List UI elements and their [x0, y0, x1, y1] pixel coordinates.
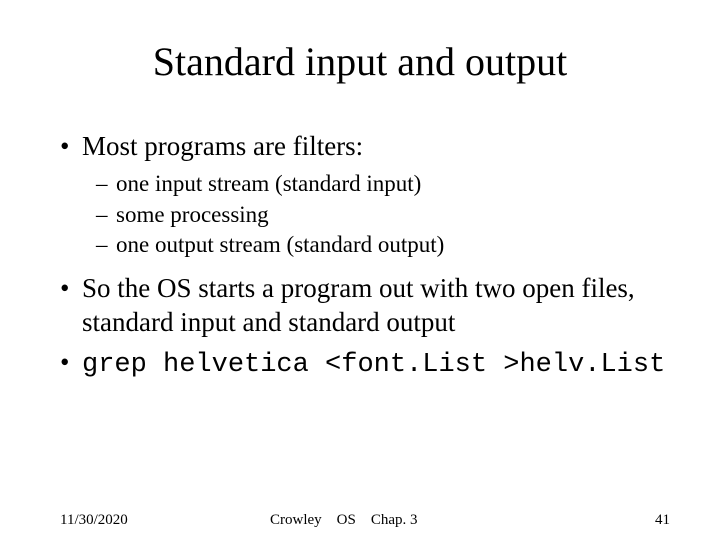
footer-date: 11/30/2020: [60, 512, 128, 529]
bullet-level2: one output stream (standard output): [60, 231, 680, 260]
bullet-text: Most programs are filters:: [82, 131, 363, 161]
spacer: [60, 262, 680, 272]
bullet-level1: Most programs are filters:: [60, 130, 680, 164]
bullet-text: some processing: [116, 202, 269, 227]
bullet-text-code: grep helvetica <font.List >helv.List: [82, 350, 665, 380]
slide-title: Standard input and output: [0, 38, 720, 85]
bullet-level1: So the OS starts a program out with two …: [60, 272, 680, 340]
bullet-level2: one input stream (standard input): [60, 170, 680, 199]
footer-page-number: 41: [655, 512, 670, 529]
slide: Standard input and output Most programs …: [0, 0, 720, 540]
footer-center: Crowley OS Chap. 3: [270, 512, 418, 529]
bullet-text: So the OS starts a program out with two …: [82, 273, 635, 337]
slide-body: Most programs are filters: one input str…: [60, 130, 680, 388]
bullet-level2: some processing: [60, 201, 680, 230]
bullet-text: one output stream (standard output): [116, 232, 444, 257]
bullet-level1: grep helvetica <font.List >helv.List: [60, 346, 680, 383]
bullet-text: one input stream (standard input): [116, 171, 421, 196]
